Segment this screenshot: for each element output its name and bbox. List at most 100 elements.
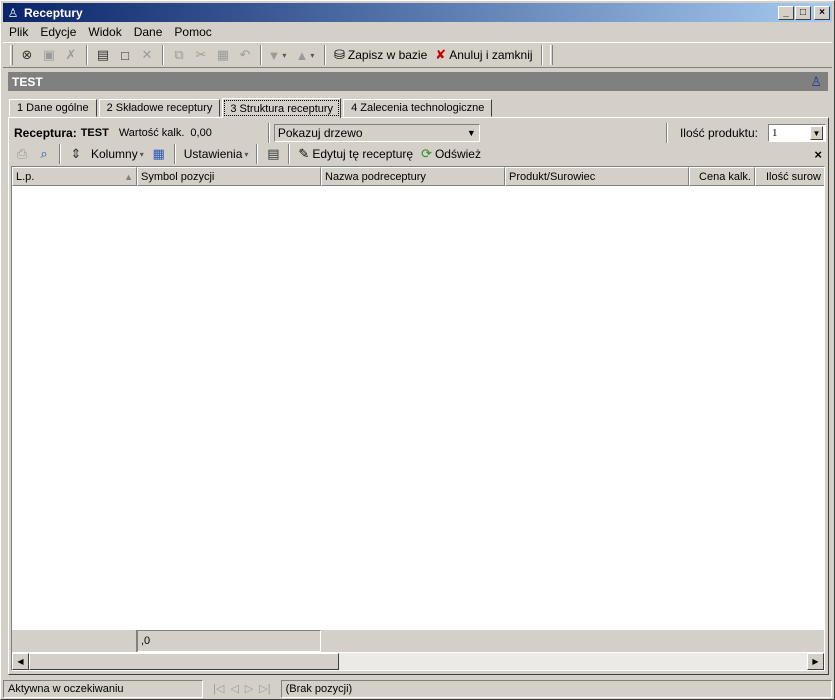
- toolbar-separator: [162, 45, 164, 65]
- copy-icon[interactable]: ⧉: [168, 44, 190, 66]
- recipe-value: TEST: [80, 127, 109, 139]
- menu-bar: Plik Edycje Widok Dane Pomoc: [3, 23, 218, 41]
- column-header-quantity[interactable]: Ilość surow: [755, 167, 824, 186]
- structure-grid: L.p. ▲ Symbol pozycji Nazwa podreceptury…: [11, 166, 825, 671]
- edit-recipe-button[interactable]: ✎ Edytuj tę recepturę: [294, 143, 417, 165]
- calc-value-label: Wartość kalk.: [118, 127, 185, 139]
- minimize-button[interactable]: _: [778, 5, 794, 20]
- main-window: ♙ Receptury _ □ × Plik Edycje Widok Dane…: [0, 0, 835, 700]
- recipe-label: Receptura:: [14, 126, 77, 140]
- grid-summary-row: ,0: [12, 630, 824, 652]
- columns-label: Kolumny: [91, 147, 138, 161]
- record-title: TEST: [12, 74, 43, 89]
- print-icon[interactable]: ⎙: [11, 143, 33, 165]
- toolbar-separator: [324, 45, 326, 65]
- maximize-button[interactable]: □: [795, 5, 811, 20]
- last-record-icon[interactable]: ▷|: [259, 682, 270, 695]
- info-separator: [267, 123, 270, 143]
- tab-general[interactable]: 1 Dane ogólne: [9, 99, 97, 117]
- product-qty-label: Ilość produktu:: [679, 126, 758, 140]
- tab-components[interactable]: 2 Składowe receptury: [98, 99, 221, 117]
- delete-record-icon[interactable]: ✗: [60, 44, 82, 66]
- scrollbar-track[interactable]: [339, 653, 807, 670]
- column-header-symbol[interactable]: Symbol pozycji: [137, 167, 321, 186]
- summary-cell-empty: [12, 630, 137, 652]
- toolbar-separator: [86, 45, 88, 65]
- next-record-icon[interactable]: ▷: [245, 682, 253, 695]
- horizontal-scrollbar[interactable]: ◀ ▶: [12, 653, 824, 670]
- prev-record-icon[interactable]: ◁: [230, 682, 238, 695]
- scroll-left-icon[interactable]: ◀: [12, 653, 29, 670]
- column-header-price[interactable]: Cena kalk.: [689, 167, 755, 186]
- tab-technology[interactable]: 4 Zalecenia technologiczne: [343, 99, 493, 117]
- sort-ascending-icon: ▲: [124, 171, 133, 182]
- refresh-label: Odśwież: [434, 147, 481, 161]
- menu-plik[interactable]: Plik: [3, 25, 34, 39]
- column-header-product[interactable]: Produkt/Surowiec: [505, 167, 689, 186]
- title-bar[interactable]: ♙ Receptury _ □ ×: [3, 3, 832, 22]
- tab-structure[interactable]: 3 Struktura receptury: [222, 98, 342, 118]
- refresh-button[interactable]: ⟳ Odśwież: [417, 143, 485, 165]
- paste-icon[interactable]: ▦: [212, 44, 234, 66]
- settings-label: Ustawienia: [183, 147, 243, 161]
- edit-recipe-label: Edytuj tę recepturę: [312, 147, 414, 161]
- cancel-icon: ✘: [435, 47, 447, 62]
- cancel-close-label: Anuluj i zamknij: [449, 48, 533, 62]
- cut-icon[interactable]: ✂: [190, 44, 212, 66]
- app-icon: ♙: [7, 5, 19, 20]
- scroll-right-icon[interactable]: ▶: [807, 653, 824, 670]
- toolbar-grip[interactable]: [549, 45, 553, 65]
- toolbar-separator: [540, 45, 543, 65]
- properties-icon[interactable]: ▤: [92, 44, 114, 66]
- undo-icon[interactable]: ↶: [234, 44, 256, 66]
- menu-dane[interactable]: Dane: [128, 25, 169, 39]
- view-mode-select[interactable]: Pokazuj drzewo ▼: [273, 124, 480, 142]
- info-separator: [665, 123, 668, 143]
- toolbar-separator: [173, 144, 176, 164]
- close-button[interactable]: ×: [814, 5, 830, 20]
- search-icon[interactable]: ⌕: [33, 143, 55, 165]
- scrollbar-thumb[interactable]: [29, 653, 339, 670]
- column-header-lp[interactable]: L.p. ▲: [12, 167, 137, 186]
- settings-button[interactable]: Ustawienia ▾: [180, 143, 253, 165]
- menu-widok[interactable]: Widok: [82, 25, 127, 39]
- columns-button[interactable]: Kolumny ▾: [87, 143, 148, 165]
- save-icon[interactable]: ▣: [38, 44, 60, 66]
- main-toolbar: ⊗ ▣ ✗ ▤ □ ✕ ⧉ ✂ ▦ ↶ ▼ ▾ ▲ ▾ ⛁ Zapisz w baz…: [3, 42, 832, 68]
- save-db-icon: ⛁: [334, 47, 345, 62]
- window-title: Receptury: [24, 5, 83, 20]
- menu-edycje[interactable]: Edycje: [34, 25, 82, 39]
- record-header: TEST ♙: [8, 72, 828, 91]
- window-controls: _ □ ×: [778, 5, 830, 20]
- new-document-icon[interactable]: □: [114, 44, 136, 66]
- product-qty-value: 1: [772, 127, 778, 139]
- summary-cell-symbol: ,0: [137, 630, 321, 652]
- delete-icon[interactable]: ✕: [136, 44, 158, 66]
- toolbar-separator: [260, 45, 262, 65]
- toolbar-separator: [256, 144, 259, 164]
- menu-pomoc[interactable]: Pomoc: [168, 25, 217, 39]
- calendar-icon[interactable]: ▦: [148, 143, 170, 165]
- exit-icon[interactable]: ⊗: [16, 44, 38, 66]
- status-bar: Aktywna w oczekiwaniu |◁ ◁ ▷ ▷| (Brak po…: [3, 679, 832, 698]
- product-qty-select[interactable]: 1 ▼: [768, 124, 826, 142]
- properties-icon[interactable]: ▤: [262, 143, 284, 165]
- grid-header: L.p. ▲ Symbol pozycji Nazwa podreceptury…: [12, 167, 824, 186]
- toolbar-grip[interactable]: [10, 45, 13, 65]
- arrow-up-icon[interactable]: ▲ ▾: [294, 44, 316, 66]
- close-panel-icon[interactable]: ×: [814, 147, 822, 162]
- sort-icon[interactable]: ⇕: [65, 143, 87, 165]
- cancel-close-button[interactable]: ✘ Anuluj i zamknij: [431, 44, 536, 66]
- save-to-db-button[interactable]: ⛁ Zapisz w bazie: [330, 44, 431, 66]
- status-positions: (Brak pozycji): [280, 679, 832, 698]
- column-header-subrecipe[interactable]: Nazwa podreceptury: [321, 167, 505, 186]
- recipe-info-row: Receptura: TEST Wartość kalk. 0,00 Pokaz…: [14, 123, 826, 143]
- edit-icon: ✎: [298, 146, 310, 161]
- calc-value: 0,00: [190, 127, 212, 139]
- chevron-down-icon: ▾: [244, 149, 249, 159]
- first-record-icon[interactable]: |◁: [213, 682, 224, 695]
- chevron-down-icon: ▼: [466, 128, 476, 138]
- view-mode-value: Pokazuj drzewo: [277, 126, 363, 140]
- toolbar-separator: [288, 144, 291, 164]
- arrow-down-icon[interactable]: ▼ ▾: [266, 44, 288, 66]
